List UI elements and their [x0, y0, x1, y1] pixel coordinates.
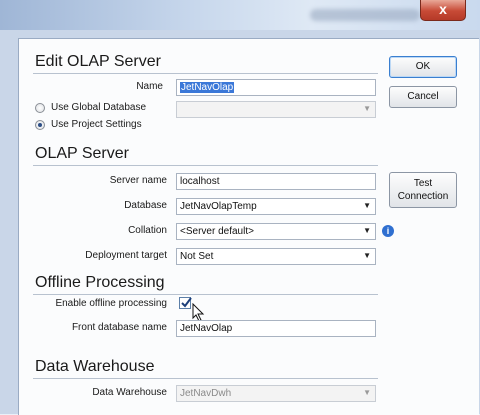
database-label: Database — [124, 200, 167, 211]
server-name-label: Server name — [109, 175, 167, 186]
use-global-database-label: Use Global Database — [51, 102, 147, 113]
front-database-field[interactable]: JetNavOlap — [176, 320, 376, 337]
section-divider — [33, 165, 378, 166]
deployment-target-label: Deployment target — [85, 250, 167, 261]
server-name-value: localhost — [180, 176, 220, 187]
global-database-select: ▼ — [176, 101, 376, 118]
ok-button[interactable]: OK — [389, 56, 457, 78]
server-name-field[interactable]: localhost — [176, 173, 376, 190]
close-button[interactable]: x — [420, 0, 466, 21]
name-value: JetNavOlap — [180, 82, 235, 93]
chevron-down-icon: ▼ — [363, 388, 371, 397]
data-warehouse-heading: Data Warehouse — [35, 358, 155, 375]
deployment-target-value: Not Set — [180, 251, 214, 262]
offline-processing-heading: Offline Processing — [35, 274, 165, 291]
database-value: JetNavOlapTemp — [180, 201, 257, 212]
chevron-down-icon: ▼ — [363, 226, 371, 235]
chevron-down-icon: ▼ — [363, 201, 371, 210]
title-bar: x — [0, 0, 480, 30]
data-warehouse-select: JetNavDwh ▼ — [176, 385, 376, 402]
name-field[interactable]: JetNavOlap — [176, 79, 376, 96]
use-global-database-radio[interactable] — [35, 103, 45, 113]
test-label-line2: Connection — [397, 191, 449, 202]
data-warehouse-label: Data Warehouse — [92, 387, 167, 398]
chevron-down-icon: ▼ — [363, 104, 371, 113]
database-select[interactable]: JetNavOlapTemp ▼ — [176, 198, 376, 215]
info-icon[interactable]: i — [382, 225, 394, 237]
collation-label: Collation — [128, 225, 167, 236]
name-label: Name — [136, 81, 163, 92]
test-label-line1: Test — [413, 178, 433, 189]
test-connection-button[interactable]: Test Connection — [389, 172, 457, 208]
enable-offline-checkbox[interactable] — [179, 297, 192, 309]
collation-select[interactable]: <Server default> ▼ — [176, 223, 376, 240]
front-database-value: JetNavOlap — [180, 323, 233, 334]
enable-offline-label: Enable offline processing — [55, 298, 167, 309]
deployment-target-select[interactable]: Not Set ▼ — [176, 248, 376, 265]
cancel-button[interactable]: Cancel — [389, 86, 457, 108]
olap-server-heading: OLAP Server — [35, 145, 129, 162]
section-divider — [33, 378, 378, 379]
dialog-body: Edit OLAP Server Name JetNavOlap Use Glo… — [18, 38, 479, 415]
data-warehouse-value: JetNavDwh — [180, 388, 232, 399]
section-divider — [33, 73, 378, 74]
section-divider — [33, 294, 378, 295]
dialog-frame: Edit OLAP Server Name JetNavOlap Use Glo… — [0, 30, 480, 415]
chevron-down-icon: ▼ — [363, 251, 371, 260]
window-title — [310, 9, 420, 21]
edit-olap-heading: Edit OLAP Server — [35, 53, 161, 70]
collation-value: <Server default> — [180, 226, 254, 237]
front-database-label: Front database name — [71, 322, 167, 333]
close-icon: x — [439, 1, 447, 17]
use-project-settings-radio[interactable] — [35, 120, 45, 130]
use-project-settings-label: Use Project Settings — [51, 119, 142, 130]
